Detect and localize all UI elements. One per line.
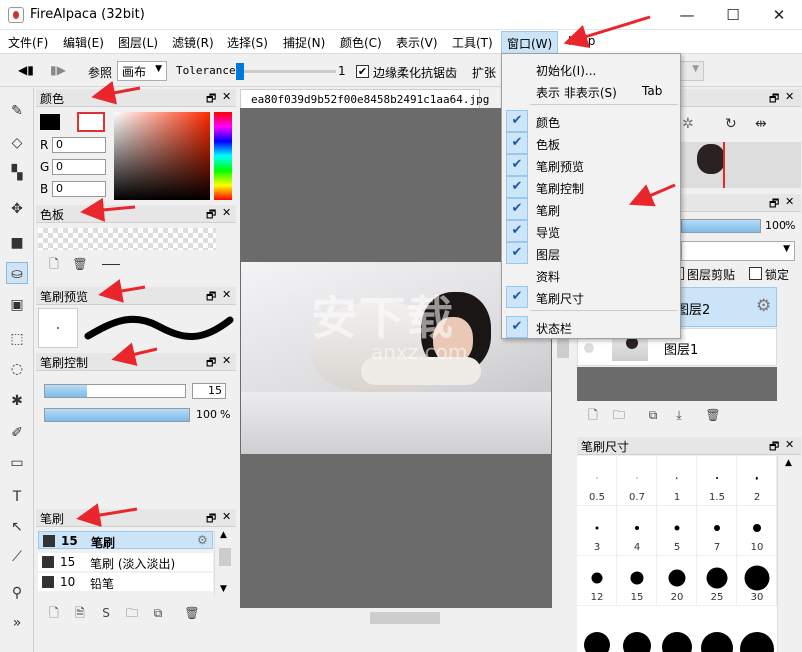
arrow-color — [91, 80, 141, 105]
annotation-arrows — [76, 15, 676, 527]
arrow-brush-control — [111, 342, 158, 366]
arrow-brush — [76, 503, 138, 527]
arrow-menu-items — [628, 183, 676, 207]
arrow-window-menu — [563, 15, 651, 48]
arrow-palette — [80, 197, 136, 222]
arrow-brush-preview — [98, 279, 146, 303]
